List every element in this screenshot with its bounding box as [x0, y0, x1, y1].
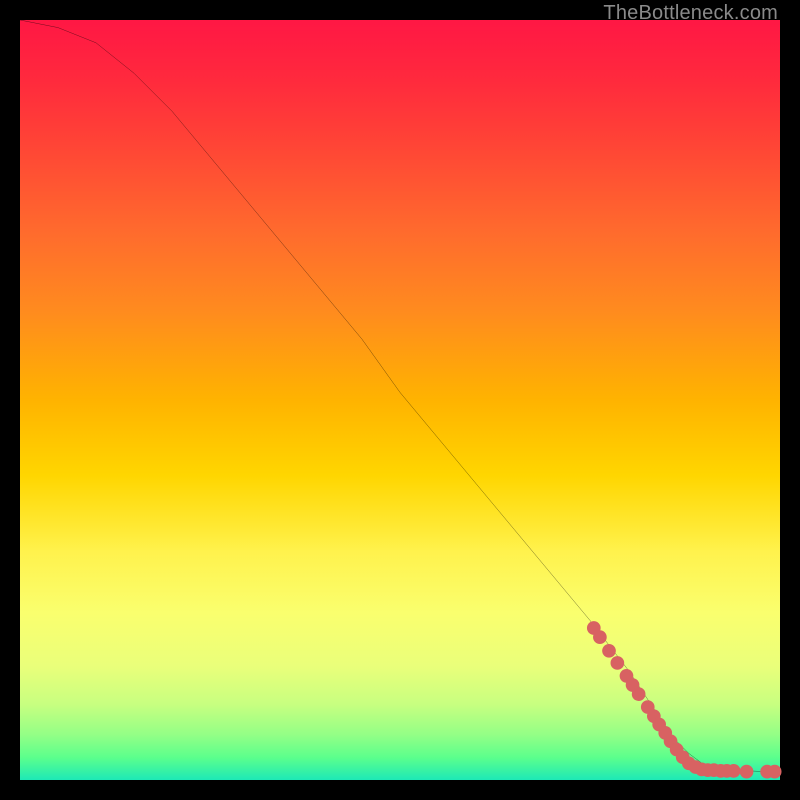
data-marker [727, 764, 741, 778]
curve-line [20, 20, 780, 772]
chart-svg [20, 20, 780, 780]
data-marker [632, 687, 646, 701]
data-marker [602, 644, 616, 658]
plot-area [20, 20, 780, 780]
data-marker [768, 765, 782, 779]
data-marker [740, 765, 754, 779]
curve-markers [587, 621, 782, 778]
data-marker [593, 630, 607, 644]
chart-frame: TheBottleneck.com [0, 0, 800, 800]
data-marker [611, 656, 625, 670]
